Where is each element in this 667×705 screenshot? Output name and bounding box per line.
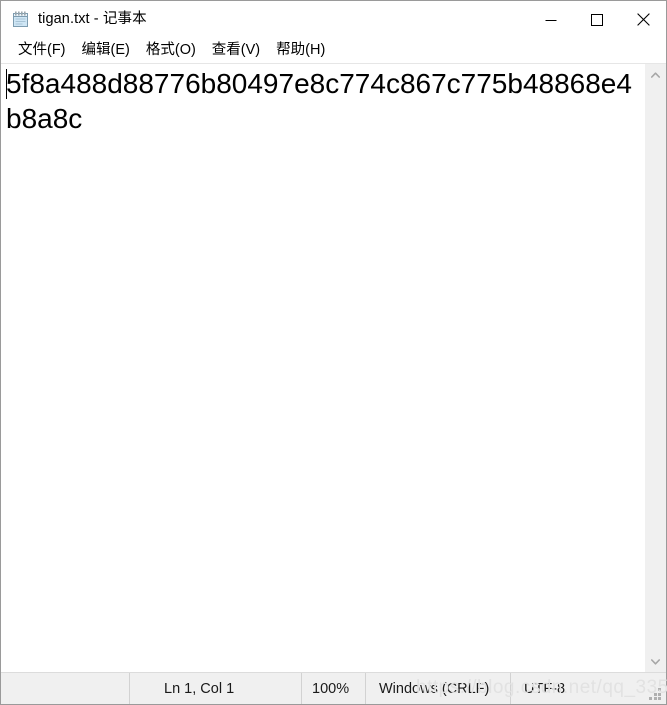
document-text[interactable]: 5f8a488d88776b80497e8c774c867c775b48868e… (6, 66, 644, 136)
close-button[interactable] (620, 1, 666, 38)
menu-help[interactable]: 帮助(H) (268, 41, 333, 61)
menu-view[interactable]: 查看(V) (204, 41, 268, 61)
menu-edit[interactable]: 编辑(E) (74, 41, 138, 61)
minimize-button[interactable] (528, 1, 574, 38)
menu-file[interactable]: 文件(F) (10, 41, 74, 61)
text-caret (6, 69, 7, 99)
vertical-scrollbar[interactable] (644, 64, 666, 672)
notepad-window: tigan.txt - 记事本 文件(F) 编辑(E) 格式(O) 查看(V) … (0, 0, 667, 705)
status-line-ending: Windows (CRLF) (365, 673, 510, 704)
window-title: tigan.txt - 记事本 (38, 11, 147, 28)
status-encoding: UTF-8 (510, 673, 565, 704)
scroll-up-icon[interactable] (645, 64, 666, 85)
status-line-column: Ln 1, Col 1 (129, 673, 301, 704)
status-spacer (1, 673, 129, 704)
menu-bar: 文件(F) 编辑(E) 格式(O) 查看(V) 帮助(H) (1, 38, 666, 63)
title-bar[interactable]: tigan.txt - 记事本 (1, 1, 666, 38)
text-editor[interactable]: 5f8a488d88776b80497e8c774c867c775b48868e… (1, 64, 644, 672)
status-bar: Ln 1, Col 1 100% Windows (CRLF) UTF-8 (1, 672, 666, 704)
status-zoom-level[interactable]: 100% (301, 673, 365, 704)
notepad-icon (12, 11, 29, 28)
window-controls (528, 1, 666, 38)
maximize-button[interactable] (574, 1, 620, 38)
menu-format[interactable]: 格式(O) (138, 41, 204, 61)
scroll-down-icon[interactable] (645, 651, 666, 672)
scrollbar-track[interactable] (645, 85, 666, 651)
editor-region: 5f8a488d88776b80497e8c774c867c775b48868e… (1, 63, 666, 672)
resize-grip-icon[interactable] (649, 688, 662, 701)
